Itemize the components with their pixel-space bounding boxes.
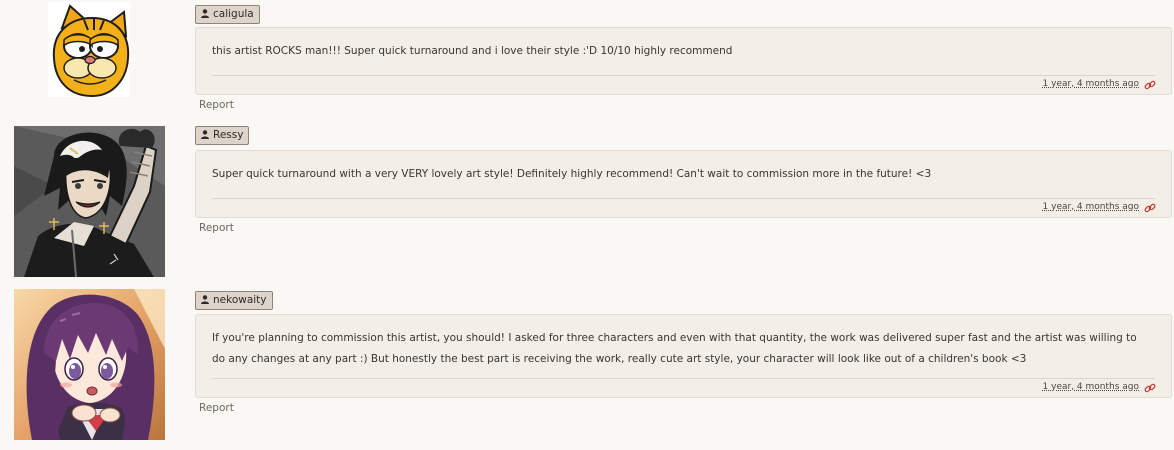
username: Ressy (213, 129, 244, 141)
avatar[interactable] (14, 289, 165, 440)
divider (212, 198, 1155, 199)
comment-item: caligula this artist ROCKS man!!! Super … (0, 0, 1174, 120)
ressy-avatar (14, 126, 165, 277)
username-badge[interactable]: nekowaity (195, 291, 273, 310)
comment-timestamp[interactable]: 1 year, 4 months ago (1043, 79, 1139, 89)
report-link[interactable]: Report (199, 402, 234, 414)
link-icon[interactable] (1144, 202, 1156, 214)
report-link[interactable]: Report (199, 222, 234, 234)
report-link[interactable]: Report (199, 99, 234, 111)
link-icon[interactable] (1144, 79, 1156, 91)
username-badge[interactable]: caligula (195, 5, 260, 24)
comment-item: nekowaity If you're planning to commissi… (0, 285, 1174, 450)
username: caligula (213, 8, 254, 20)
comment-panel: this artist ROCKS man!!! Super quick tur… (195, 27, 1172, 95)
divider (212, 378, 1155, 379)
nekowaity-avatar (14, 289, 165, 440)
comment-text: Super quick turnaround with a very VERY … (212, 168, 932, 180)
comment-panel: If you're planning to commission this ar… (195, 314, 1172, 398)
user-icon (201, 130, 209, 139)
divider (212, 75, 1155, 76)
comment-text: If you're planning to commission this ar… (212, 332, 1137, 365)
comment-panel: Super quick turnaround with a very VERY … (195, 150, 1172, 218)
avatar[interactable] (14, 126, 165, 277)
comment-text: this artist ROCKS man!!! Super quick tur… (212, 45, 733, 57)
user-icon (201, 9, 209, 18)
comment-timestamp[interactable]: 1 year, 4 months ago (1043, 382, 1139, 392)
username: nekowaity (213, 294, 267, 306)
avatar[interactable] (48, 2, 130, 97)
user-icon (201, 295, 209, 304)
comment-timestamp[interactable]: 1 year, 4 months ago (1043, 202, 1139, 212)
link-icon[interactable] (1144, 382, 1156, 394)
garfield-avatar (48, 2, 130, 97)
comment-item: Ressy Super quick turnaround with a very… (0, 120, 1174, 285)
username-badge[interactable]: Ressy (195, 126, 250, 145)
